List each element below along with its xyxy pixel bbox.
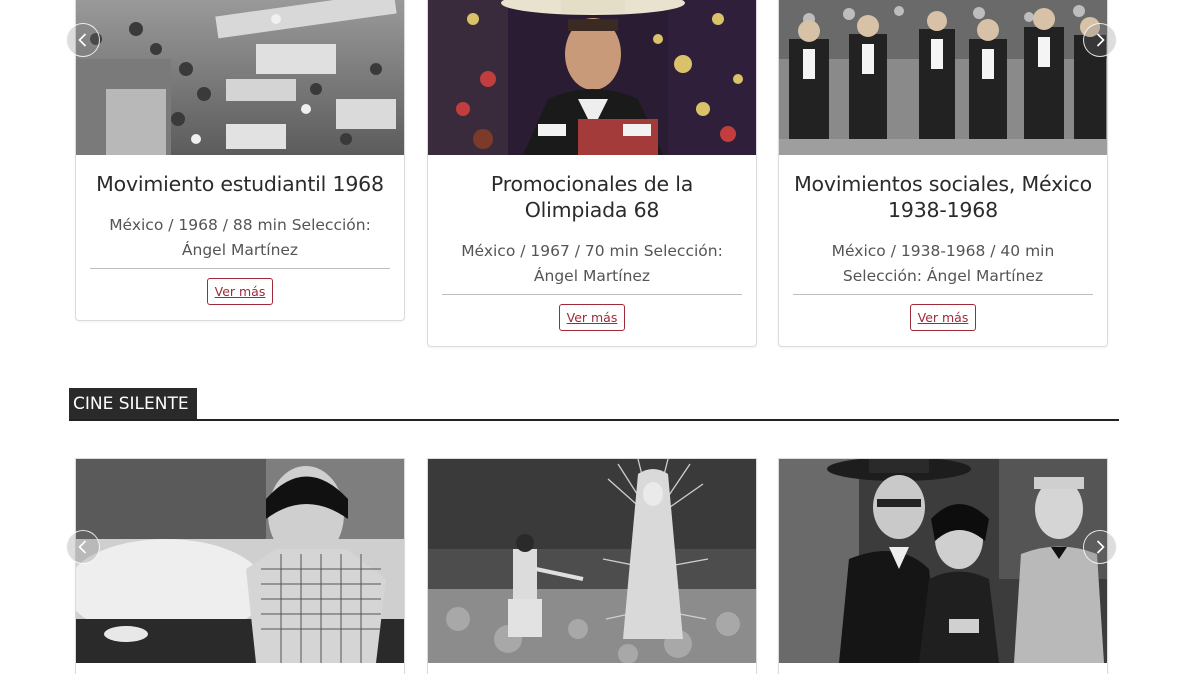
section-header: CINE SILENTE (69, 388, 1119, 422)
film-title[interactable]: Movimientos sociales, México 1938-1968 (779, 155, 1107, 223)
charro-photo (428, 0, 756, 155)
film-thumbnail[interactable] (779, 459, 1107, 663)
section-title: CINE SILENTE (69, 388, 197, 421)
silent-film-still (779, 459, 1107, 663)
film-meta: México / 1968 / 88 min Selección: Ángel … (109, 216, 371, 259)
chevron-right-icon (1096, 33, 1105, 47)
section-rule (69, 419, 1119, 421)
film-meta: México / 1938-1968 / 40 min Selección: Á… (831, 242, 1055, 285)
film-thumbnail[interactable] (428, 459, 756, 663)
chevron-left-icon (78, 540, 87, 554)
film-card: Movimientos sociales, México 1938-1968 M… (778, 0, 1108, 347)
film-thumbnail[interactable] (76, 0, 404, 155)
ver-mas-button[interactable]: Ver más (206, 278, 274, 305)
carousel-prev-button[interactable] (66, 530, 100, 564)
protest-photo (76, 0, 404, 155)
film-thumbnail[interactable] (779, 0, 1107, 155)
film-meta: México / 1967 / 70 min Selección: Ángel … (461, 242, 723, 285)
film-carousel-top: Movimiento estudiantil 1968 México / 196… (0, 0, 1200, 360)
film-card: Promocionales de la Olimpiada 68 México … (427, 0, 757, 347)
chevron-right-icon (1096, 540, 1105, 554)
silent-film-still (428, 459, 756, 663)
film-card (427, 458, 757, 674)
film-thumbnail[interactable] (76, 459, 404, 663)
film-card: Movimiento estudiantil 1968 México / 196… (75, 0, 405, 321)
film-card (778, 458, 1108, 674)
film-card (75, 458, 405, 674)
ver-mas-button[interactable]: Ver más (558, 304, 626, 331)
chevron-left-icon (78, 33, 87, 47)
film-carousel-bottom (0, 458, 1200, 674)
film-thumbnail[interactable] (428, 0, 756, 155)
silent-film-still (76, 459, 404, 663)
film-title[interactable]: Movimiento estudiantil 1968 (76, 155, 404, 197)
film-title[interactable]: Promocionales de la Olimpiada 68 (428, 155, 756, 223)
ver-mas-button[interactable]: Ver más (909, 304, 977, 331)
carousel-next-button[interactable] (1083, 23, 1117, 57)
carousel-next-button[interactable] (1083, 530, 1117, 564)
carousel-prev-button[interactable] (66, 23, 100, 57)
march-photo (779, 0, 1107, 155)
page: Movimiento estudiantil 1968 México / 196… (0, 0, 1200, 674)
